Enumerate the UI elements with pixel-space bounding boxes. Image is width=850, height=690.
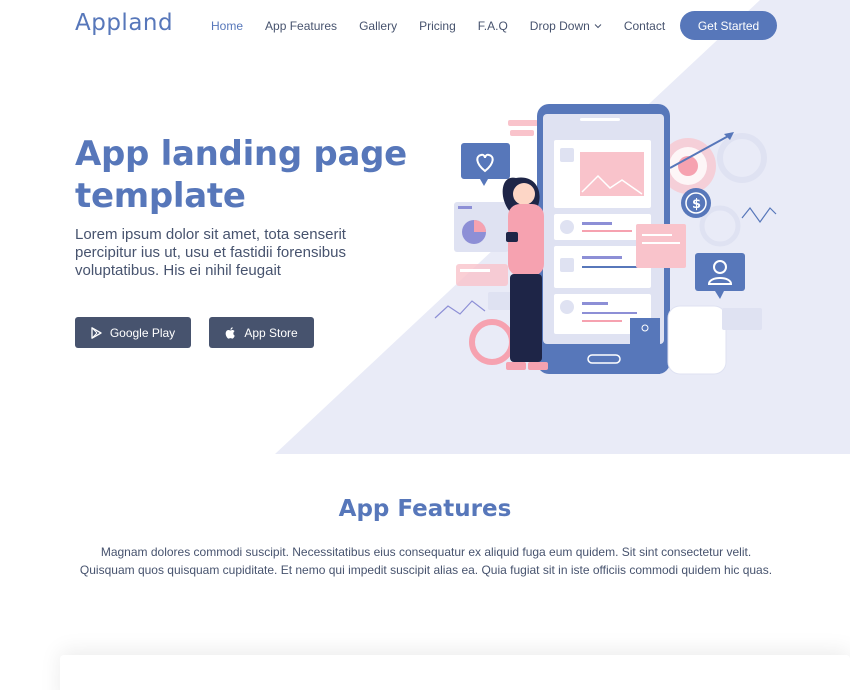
app-store-label: App Store: [244, 325, 298, 340]
play-store-icon: [91, 326, 102, 339]
main-nav: Home App Features Gallery Pricing F.A.Q …: [211, 17, 687, 35]
hero-illustration: $: [434, 104, 777, 375]
google-play-button[interactable]: Google Play: [75, 317, 191, 348]
nav-pricing[interactable]: Pricing: [419, 19, 456, 33]
features-title: App Features: [338, 496, 512, 522]
google-play-label: Google Play: [109, 325, 176, 340]
nav-home[interactable]: Home: [211, 19, 243, 33]
site-header: Appland Home App Features Gallery Pricin…: [0, 0, 850, 52]
nav-drop-down-label: Drop Down: [529, 19, 590, 33]
next-section-card: [60, 655, 850, 690]
chevron-down-icon: [594, 24, 602, 29]
features-description: Magnam dolores commodi suscipit. Necessi…: [79, 545, 773, 577]
get-started-button[interactable]: Get Started: [680, 11, 777, 40]
apple-icon: [225, 326, 236, 339]
hero-title: App landing page template: [75, 134, 407, 216]
site-logo[interactable]: Appland: [75, 10, 173, 36]
nav-contact[interactable]: Contact: [624, 19, 665, 33]
nav-gallery[interactable]: Gallery: [359, 19, 397, 33]
nav-drop-down[interactable]: Drop Down: [530, 19, 602, 33]
nav-faq[interactable]: F.A.Q: [478, 19, 508, 33]
hero-subtitle: Lorem ipsum dolor sit amet, tota senseri…: [75, 226, 346, 279]
nav-app-features[interactable]: App Features: [265, 19, 337, 33]
app-store-button[interactable]: App Store: [209, 317, 314, 348]
svg-text:$: $: [692, 197, 701, 212]
